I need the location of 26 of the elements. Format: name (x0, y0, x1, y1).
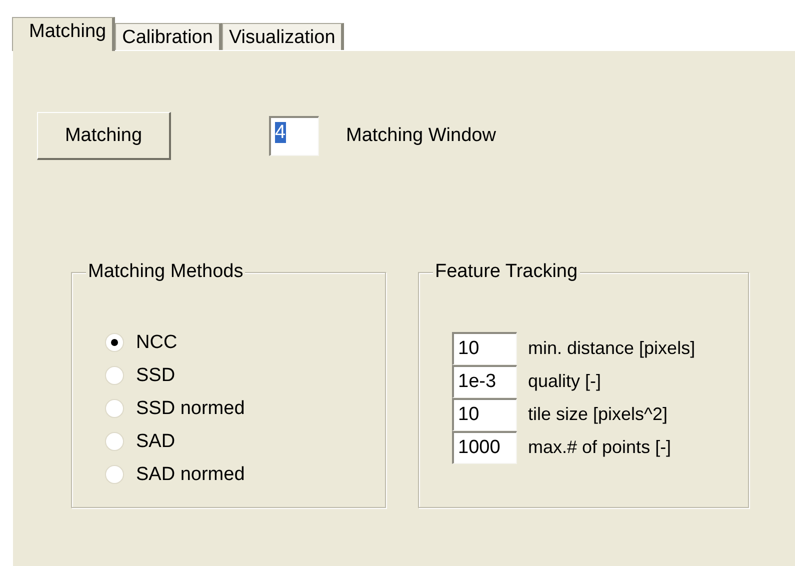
group-title: Matching Methods (86, 261, 246, 283)
param-label: quality [-] (528, 371, 602, 392)
radio-label: SAD (136, 430, 176, 452)
param-label: min. distance [pixels] (528, 338, 696, 359)
param-label: tile size [pixels^2] (528, 404, 668, 425)
tab[interactable]: Matching (12, 17, 116, 51)
radio-button[interactable] (105, 333, 124, 352)
radio-label: SAD normed (136, 464, 245, 486)
radio-label: SSD normed (136, 398, 245, 420)
radio-button[interactable] (105, 399, 124, 418)
param-label: max.# of points [-] (528, 437, 672, 458)
param-field[interactable]: 10 (452, 398, 517, 431)
param-field[interactable]: 1000 (452, 431, 517, 464)
tab[interactable]: Visualization (222, 23, 344, 50)
radio-button[interactable] (105, 465, 124, 484)
matching-window-field[interactable]: 4 (269, 116, 319, 156)
radio-button[interactable] (105, 432, 124, 451)
matching-window-label: Matching Window (346, 125, 496, 147)
param-field[interactable]: 1e-3 (452, 365, 517, 398)
param-field[interactable]: 10 (452, 332, 517, 365)
radio-button[interactable] (105, 366, 124, 385)
tab[interactable]: Calibration (115, 23, 222, 50)
radio-label: SSD (136, 364, 176, 386)
group-title: Feature Tracking (433, 261, 580, 283)
matching-button[interactable]: Matching (37, 112, 171, 160)
radio-label: NCC (136, 332, 178, 354)
